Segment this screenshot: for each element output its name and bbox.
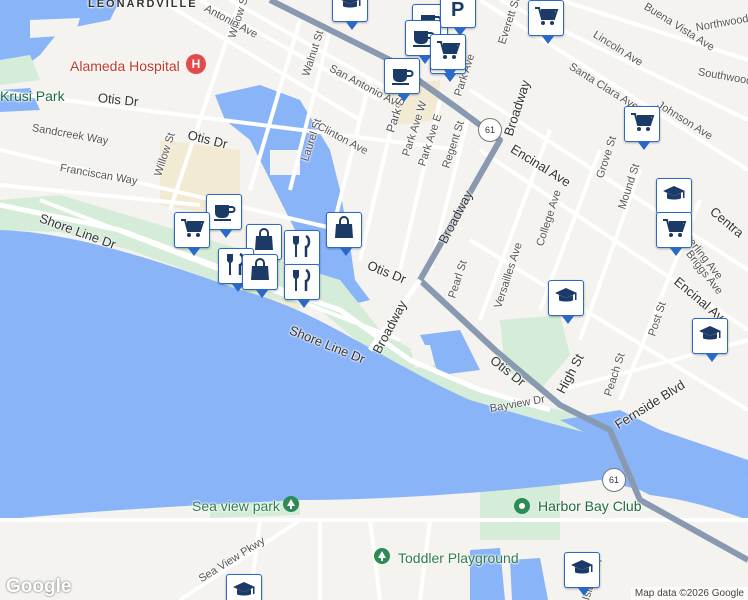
restaurant-marker[interactable] [284, 230, 320, 274]
park-icon[interactable] [283, 496, 299, 512]
school-marker[interactable] [692, 318, 728, 362]
cart-icon [179, 215, 205, 246]
cart-icon [661, 215, 687, 246]
school-marker[interactable] [226, 574, 262, 600]
school-icon [231, 577, 257, 600]
school-marker[interactable] [548, 280, 584, 324]
coffee-icon [389, 61, 415, 92]
label-harbor-bay-club: Harbor Bay Club [538, 498, 642, 514]
coffee-icon [211, 197, 237, 228]
school-icon [337, 0, 363, 20]
school-icon [661, 181, 687, 212]
cart-icon [533, 3, 559, 34]
svg-text:P: P [451, 0, 464, 21]
cart-marker[interactable] [430, 34, 466, 78]
school-marker[interactable] [564, 552, 600, 596]
restaurant-marker[interactable] [284, 264, 320, 308]
shopping-bag-marker[interactable] [326, 212, 362, 256]
school-icon [553, 283, 579, 314]
club-pin-icon[interactable] [514, 498, 530, 514]
cart-marker[interactable] [174, 212, 210, 256]
hospital-icon[interactable]: H [186, 54, 206, 74]
coffee-marker[interactable] [206, 194, 242, 238]
cart-icon [629, 109, 655, 140]
label-leonardville: LEONARDVILLE [88, 0, 198, 10]
shopping-bag-icon [247, 257, 273, 288]
parking-marker[interactable]: P [440, 0, 476, 36]
cart-marker[interactable] [528, 0, 564, 44]
route-61-shield-north: 61 [478, 118, 502, 142]
playground-icon[interactable] [374, 548, 390, 564]
restaurant-icon [289, 233, 315, 264]
google-logo: Google [6, 576, 72, 597]
route-61-shield-south: 61 [602, 468, 626, 492]
cart-marker[interactable] [624, 106, 660, 150]
label-sea-view-park: Sea view park [192, 498, 280, 514]
cart-marker[interactable] [656, 212, 692, 256]
school-icon [697, 321, 723, 352]
map-view[interactable]: LEONARDVILLE Alameda Hospital H Krusi Pa… [0, 0, 748, 600]
school-icon [569, 555, 595, 586]
label-alameda-hospital: Alameda Hospital [70, 58, 180, 74]
shopping-bag-marker[interactable] [242, 254, 278, 298]
shopping-bag-icon [331, 215, 357, 246]
map-attribution: Map data ©2026 Google [630, 587, 748, 600]
school-marker[interactable] [332, 0, 368, 30]
cart-icon [435, 37, 461, 68]
parking-icon: P [445, 0, 471, 26]
label-toddler-playground: Toddler Playground [398, 550, 519, 566]
school-marker[interactable] [656, 178, 692, 222]
shopping-bag-icon [251, 227, 277, 258]
coffee-marker[interactable] [384, 58, 420, 102]
label-krusi-park: Krusi Park [0, 88, 65, 104]
restaurant-icon [289, 267, 315, 298]
